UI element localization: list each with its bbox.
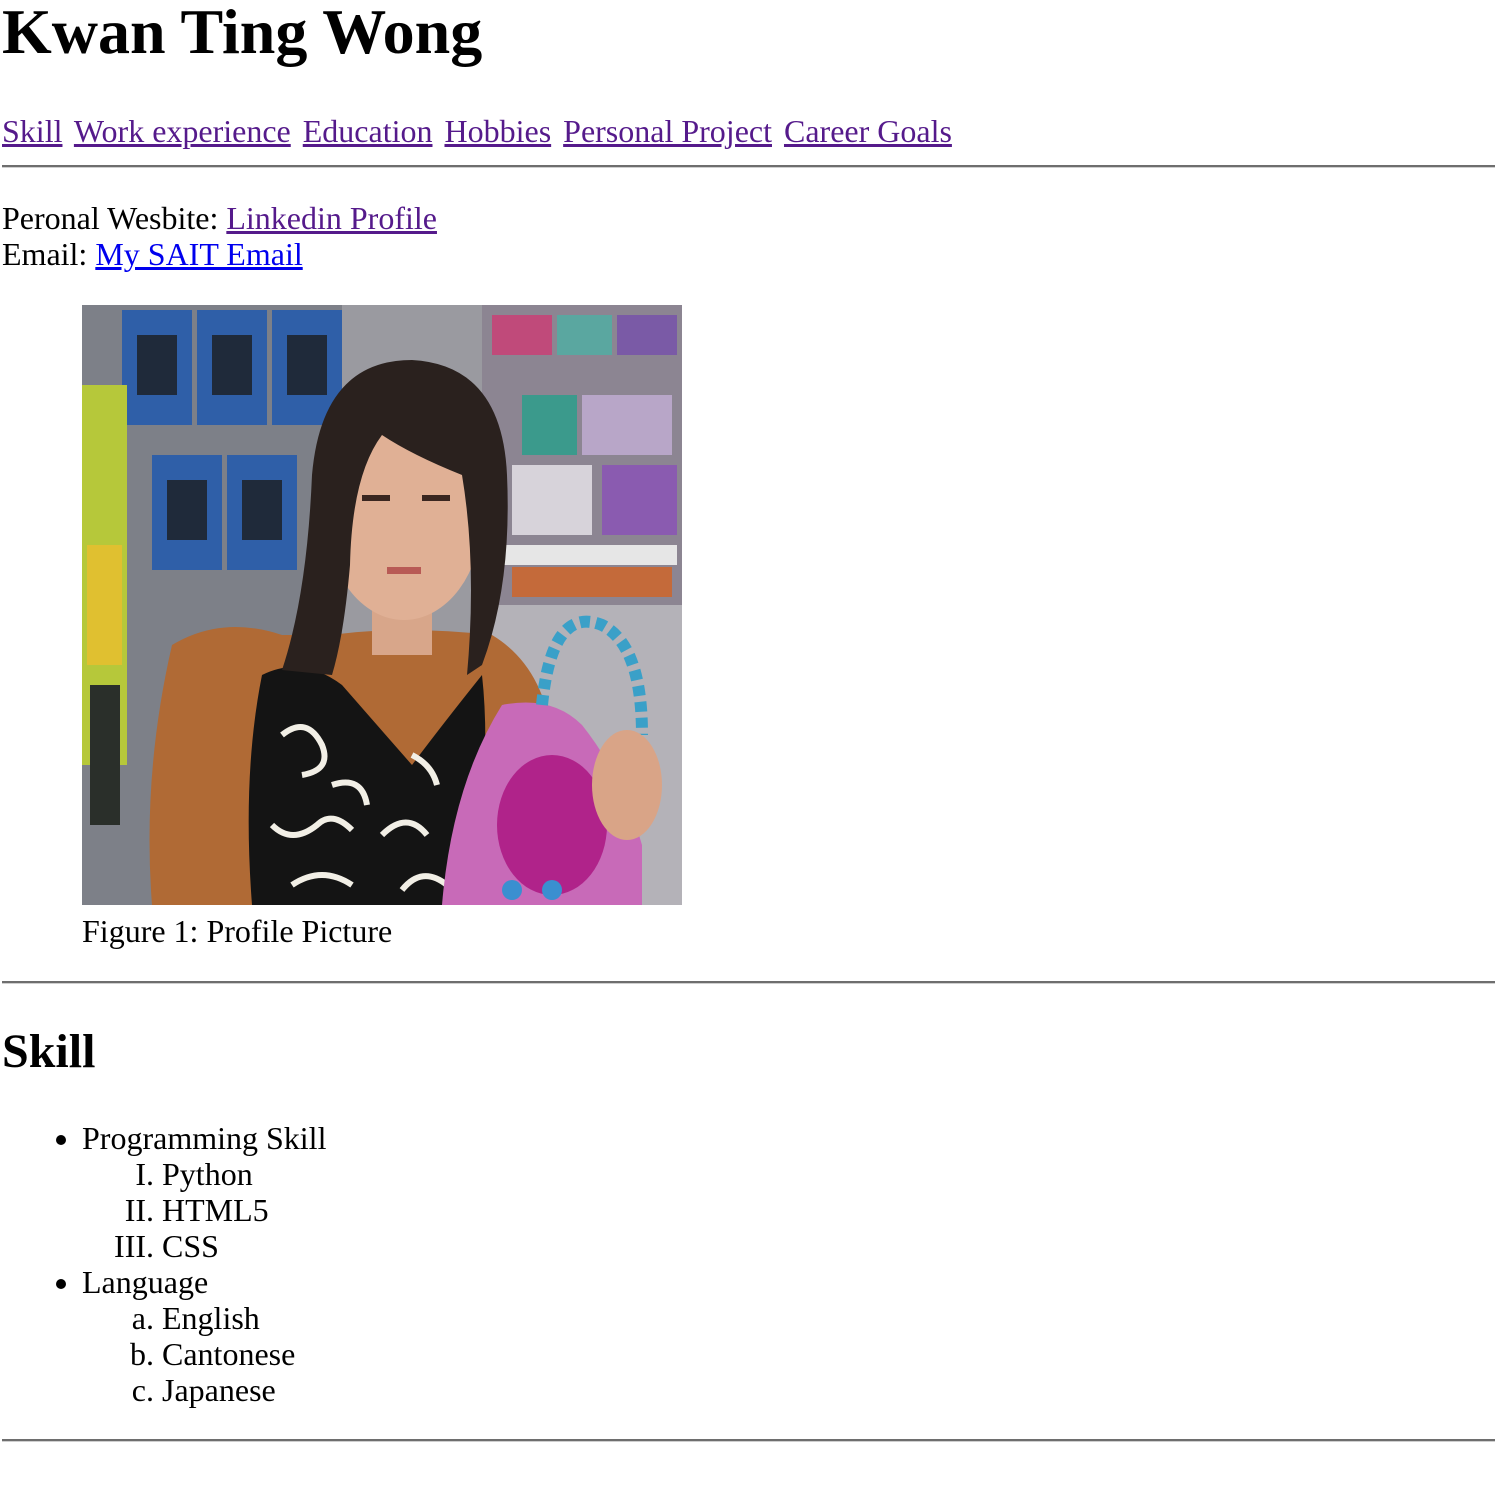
linkedin-profile-link[interactable]: Linkedin Profile bbox=[226, 200, 437, 236]
skill-group-label: Programming Skill bbox=[82, 1120, 327, 1156]
list-item: CSS bbox=[162, 1228, 326, 1264]
website-line: Peronal Wesbite: Linkedin Profile bbox=[2, 200, 437, 236]
nav-link-hobbies[interactable]: Hobbies bbox=[444, 113, 551, 149]
email-line: Email: My SAIT Email bbox=[2, 236, 437, 272]
nav-link-career-goals[interactable]: Career Goals bbox=[784, 113, 952, 149]
nav-link-personal-project[interactable]: Personal Project bbox=[563, 113, 772, 149]
nav-link-work-experience[interactable]: Work experience bbox=[74, 113, 291, 149]
figure-caption: Figure 1: Profile Picture bbox=[82, 913, 393, 949]
list-item: Japanese bbox=[162, 1372, 326, 1408]
nav-link-skill[interactable]: Skill bbox=[2, 113, 62, 149]
profile-picture bbox=[82, 305, 682, 905]
list-item: English bbox=[162, 1300, 326, 1336]
skill-list: Programming Skill Python HTML5 CSS Langu… bbox=[0, 1120, 326, 1408]
divider bbox=[2, 165, 1495, 168]
divider bbox=[2, 1439, 1495, 1442]
email-label: Email: bbox=[2, 236, 96, 272]
sait-email-link[interactable]: My SAIT Email bbox=[95, 236, 302, 272]
website-label: Peronal Wesbite: bbox=[2, 200, 227, 236]
divider bbox=[2, 981, 1495, 984]
list-item: Language English Cantonese Japanese bbox=[82, 1264, 326, 1408]
profile-figure: Figure 1: Profile Picture bbox=[82, 305, 682, 949]
list-item: Python bbox=[162, 1156, 326, 1192]
skill-heading: Skill bbox=[2, 1025, 96, 1078]
list-item: Cantonese bbox=[162, 1336, 326, 1372]
nav-link-education[interactable]: Education bbox=[303, 113, 433, 149]
page-title: Kwan Ting Wong bbox=[2, 0, 483, 67]
contact-info: Peronal Wesbite: Linkedin Profile Email:… bbox=[2, 200, 437, 272]
page: Kwan Ting Wong Skill Work experience Edu… bbox=[0, 0, 1495, 1495]
section-nav: Skill Work experience Education Hobbies … bbox=[2, 112, 956, 150]
list-item: Programming Skill Python HTML5 CSS bbox=[82, 1120, 326, 1264]
list-item: HTML5 bbox=[162, 1192, 326, 1228]
skill-group-label: Language bbox=[82, 1264, 209, 1300]
